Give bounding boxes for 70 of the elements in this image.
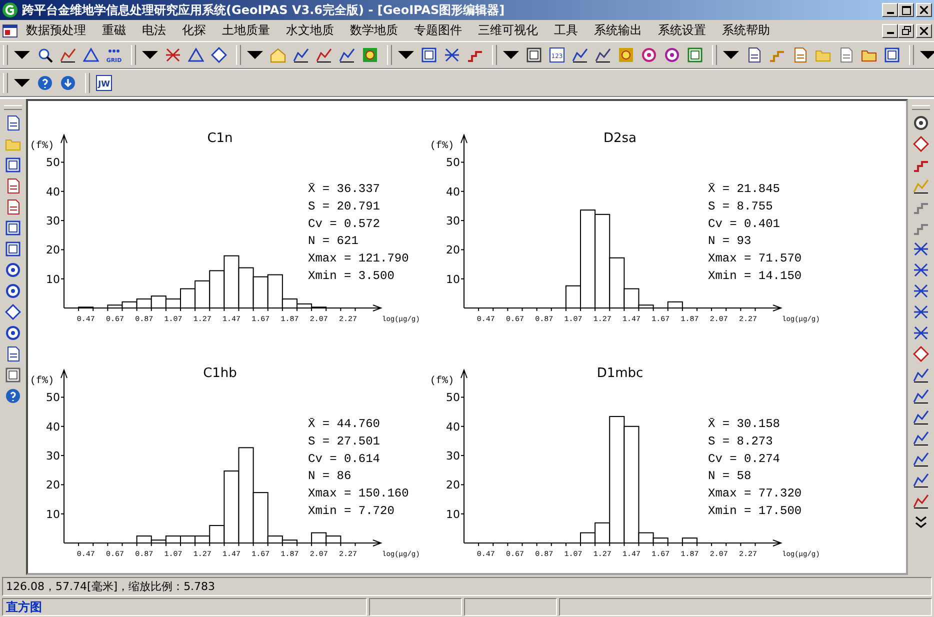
coordinate-status: 126.08，57.74[毫米]，缩放比例：5.783: [2, 577, 932, 596]
y-tick-label: 50: [46, 391, 60, 404]
menu-item[interactable]: 水文地质: [278, 22, 342, 39]
statistic-text: N = 93: [708, 234, 752, 248]
menu-item[interactable]: 土地质量: [214, 22, 278, 39]
menu-item[interactable]: 三维可视化: [470, 22, 546, 39]
menu-item[interactable]: 系统输出: [586, 22, 650, 39]
chart-title: C1n: [207, 131, 233, 146]
menu-item[interactable]: 系统设置: [650, 22, 714, 39]
status-mode: 直方图: [6, 598, 42, 616]
menu-item[interactable]: 工具: [546, 22, 586, 39]
menu-item[interactable]: 重磁: [94, 22, 134, 39]
menu-item[interactable]: 数据预处理: [18, 22, 94, 39]
y-axis-label: (f%): [30, 376, 54, 387]
statistic-text: N = 86: [308, 469, 352, 484]
statistic-text: X̄ = 21.845: [708, 182, 780, 196]
y-tick-label: 10: [446, 272, 460, 286]
y-axis-label: (f%): [430, 376, 454, 387]
y-tick-label: 40: [446, 185, 460, 198]
statistic-text: S = 27.501: [308, 434, 380, 448]
statistic-text: Cv = 0.614: [308, 452, 380, 466]
statistic-text: S = 8.273: [708, 434, 773, 448]
y-tick-label: 20: [46, 478, 60, 492]
y-tick-label: 40: [46, 185, 60, 198]
menu-item[interactable]: 数学地质: [342, 22, 406, 39]
y-axis-label: (f%): [30, 141, 54, 152]
y-tick-label: 20: [446, 244, 460, 257]
statistic-text: Xmax = 150.160: [308, 486, 409, 501]
statistic-text: X̄ = 30.158: [708, 417, 780, 431]
y-tick-label: 10: [446, 508, 460, 521]
y-tick-label: 20: [446, 478, 460, 492]
chart-title: C1hb: [203, 366, 237, 381]
chart-title: D2sa: [603, 131, 637, 146]
y-tick-label: 20: [46, 244, 60, 257]
menu-item[interactable]: 电法: [134, 22, 174, 39]
statistic-text: Xmax = 77.320: [708, 486, 802, 501]
y-tick-label: 10: [46, 272, 60, 286]
statistic-text: N = 621: [308, 234, 358, 248]
y-tick-label: 10: [46, 508, 60, 521]
statistic-text: S = 20.791: [308, 199, 380, 214]
y-tick-label: 40: [446, 420, 460, 434]
y-tick-label: 30: [46, 214, 60, 228]
statistic-text: X̄ = 36.337: [308, 182, 380, 196]
statistic-text: Xmin = 17.500: [708, 504, 802, 518]
statistic-text: Xmin = 14.150: [708, 269, 802, 283]
statistic-text: Xmin = 7.720: [308, 504, 394, 518]
window-title: 跨平台金维地学信息处理研究应用系统(GeoIPAS V3.6完全版) - [GeoIPAS图形编辑器]: [22, 2, 506, 18]
menu-item[interactable]: 系统帮助: [714, 22, 778, 39]
menu-item[interactable]: 化探: [174, 22, 214, 39]
jw-button[interactable]: JW: [93, 72, 115, 94]
statistic-text: Xmax = 121.790: [308, 252, 409, 266]
y-tick-label: 50: [46, 156, 60, 170]
statistic-text: Cv = 0.401: [708, 216, 780, 231]
y-tick-label: 30: [446, 450, 460, 463]
statistic-text: Xmax = 71.570: [708, 252, 802, 266]
y-axis-label: (f%): [430, 141, 454, 152]
statistic-text: X̄ = 44.760: [308, 417, 380, 431]
statistic-text: Cv = 0.572: [308, 216, 380, 231]
statistic-text: N = 58: [708, 469, 752, 484]
chart-title: D1mbc: [596, 366, 644, 381]
statistic-text: S = 8.755: [708, 199, 773, 214]
icon-label: JW: [98, 80, 110, 88]
y-tick-label: 30: [46, 450, 60, 463]
statistic-text: Xmin = 3.500: [308, 269, 394, 283]
y-tick-label: 50: [446, 391, 460, 404]
statistic-text: Cv = 0.274: [708, 452, 780, 466]
menu-item[interactable]: 专题图件: [406, 22, 470, 39]
y-tick-label: 30: [446, 214, 460, 228]
y-tick-label: 50: [446, 156, 460, 170]
y-tick-label: 40: [46, 420, 60, 434]
